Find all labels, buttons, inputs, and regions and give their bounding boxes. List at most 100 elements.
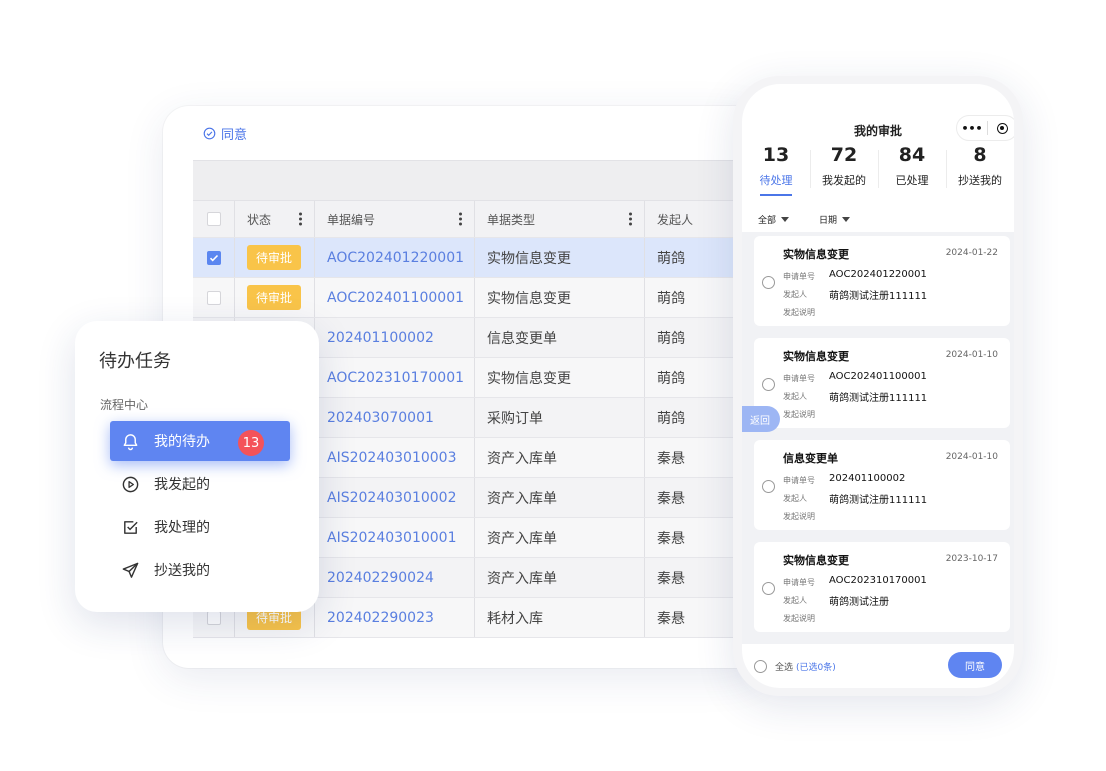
remark-label: 发起说明 <box>783 512 815 521</box>
approve-button[interactable]: 同意 <box>948 652 1002 678</box>
initiator-value: 萌鸽测试注册111111 <box>829 291 928 302</box>
document-number-link[interactable]: 202402290024 <box>327 570 434 586</box>
column-menu-icon[interactable] <box>629 212 632 226</box>
back-button[interactable]: 返回 <box>742 406 780 432</box>
initiator-name: 萌鸽 <box>657 290 685 307</box>
number-cell: AIS202403010001 <box>315 518 475 557</box>
menu-item-cc[interactable]: 抄送我的 <box>110 550 290 590</box>
document-type: 实物信息变更 <box>487 250 571 267</box>
row-checkbox[interactable] <box>206 610 221 625</box>
checkbox-icon <box>120 517 140 537</box>
select-all-checkbox[interactable] <box>206 212 221 226</box>
stat-number: 72 <box>830 144 858 166</box>
card-select-radio[interactable] <box>762 480 775 493</box>
tab-initiated[interactable]: 72 我发起的 <box>810 144 878 188</box>
row-checkbox[interactable] <box>206 250 221 265</box>
card-select-radio[interactable] <box>762 276 775 289</box>
col-status-label: 状态 <box>247 212 272 227</box>
document-number-link[interactable]: 202402290023 <box>327 610 434 626</box>
approval-card[interactable]: 实物信息变更 2023-10-17 申请单号 AOC202310170001 发起人 萌鸽… <box>754 542 1010 632</box>
document-number-link[interactable]: AIS202403010002 <box>327 490 456 506</box>
close-target-icon[interactable] <box>988 122 1014 134</box>
caret-down-icon <box>781 216 790 222</box>
select-all-cell[interactable] <box>193 201 235 237</box>
col-type: 单据类型 <box>475 201 645 237</box>
status-badge: 待审批 <box>247 245 302 270</box>
document-number-link[interactable]: AIS202403010003 <box>327 450 456 466</box>
row-select-cell[interactable] <box>193 238 235 277</box>
type-cell: 信息变更单 <box>475 318 645 357</box>
todo-count-badge: 13 <box>238 430 264 456</box>
mini-program-capsule: ••• <box>956 115 1014 141</box>
initiator-name: 萌鸽 <box>657 410 685 427</box>
col-number-label: 单据编号 <box>327 212 376 227</box>
document-number-link[interactable]: AOC202401220001 <box>327 250 464 266</box>
approval-card[interactable]: 信息变更单 2024-01-10 申请单号 202401100002 发起人 萌鸽测试注册… <box>754 440 1010 530</box>
card-title: 实物信息变更 <box>783 350 849 363</box>
stats-tabs: 13 待处理 72 我发起的 84 已处理 8 抄送我的 <box>742 144 1014 196</box>
phone-mockup: 我的审批 ••• 13 待处理 72 我发起的 84 已处理 8 抄送我的 全部 日期 … <box>733 76 1023 696</box>
tab-cc[interactable]: 8 抄送我的 <box>946 144 1014 188</box>
check-circle-icon <box>203 127 216 140</box>
card-select-radio[interactable] <box>762 378 775 391</box>
menu-label: 抄送我的 <box>154 563 210 579</box>
type-cell: 实物信息变更 <box>475 278 645 317</box>
status-badge: 待审批 <box>247 285 302 310</box>
document-number-link[interactable]: 202401100002 <box>327 330 434 346</box>
column-menu-icon[interactable] <box>299 212 302 226</box>
table-toolbar-row <box>193 160 763 200</box>
table-row[interactable]: 待审批 AOC202401220001 实物信息变更 萌鸽 <box>193 238 763 278</box>
card-select-radio[interactable] <box>762 582 775 595</box>
type-cell: 资产入库单 <box>475 438 645 477</box>
bell-icon <box>120 431 140 451</box>
type-cell: 资产入库单 <box>475 478 645 517</box>
menu-item-my-todo[interactable]: 我的待办 13 <box>110 421 290 461</box>
approval-card[interactable]: 实物信息变更 2024-01-10 申请单号 AOC202401100001 发起人 萌鸽… <box>754 338 1010 428</box>
document-type: 信息变更单 <box>487 330 557 347</box>
card-date: 2024-01-22 <box>945 248 998 258</box>
apply-no-value: 202401100002 <box>829 473 906 484</box>
table-row[interactable]: 待审批 AOC202401100001 实物信息变更 萌鸽 <box>193 278 763 318</box>
card-date: 2024-01-10 <box>945 452 998 462</box>
menu-item-handled[interactable]: 我处理的 <box>110 507 290 547</box>
status-cell: 待审批 <box>235 278 315 317</box>
menu-label: 我发起的 <box>154 477 210 493</box>
more-icon[interactable]: ••• <box>957 122 987 135</box>
stat-label: 我发起的 <box>822 174 866 187</box>
initiator-label: 发起人 <box>783 596 807 605</box>
number-cell: 202403070001 <box>315 398 475 437</box>
col-type-label: 单据类型 <box>487 212 536 227</box>
document-number-link[interactable]: AOC202310170001 <box>327 370 464 386</box>
select-all-radio[interactable] <box>754 659 767 673</box>
initiator-label: 发起人 <box>783 392 807 401</box>
apply-no-value: AOC202401220001 <box>829 269 927 280</box>
row-checkbox[interactable] <box>206 290 221 305</box>
column-menu-icon[interactable] <box>459 212 462 226</box>
menu-item-initiated[interactable]: 我发起的 <box>110 464 290 504</box>
tab-pending[interactable]: 13 待处理 <box>742 144 810 196</box>
document-number-link[interactable]: AIS202403010001 <box>327 530 456 546</box>
stat-label: 抄送我的 <box>958 174 1002 187</box>
number-cell: AIS202403010003 <box>315 438 475 477</box>
document-number-link[interactable]: 202403070001 <box>327 410 434 426</box>
menu-label: 我的待办 <box>154 434 210 450</box>
col-status: 状态 <box>235 201 315 237</box>
card-title: 实物信息变更 <box>783 248 849 261</box>
approve-toolbar-button[interactable]: 同意 <box>203 124 247 143</box>
filter-all-dropdown[interactable]: 全部 <box>758 213 790 226</box>
apply-no-label: 申请单号 <box>783 578 815 587</box>
apply-no-label: 申请单号 <box>783 272 815 281</box>
stat-number: 84 <box>898 144 926 166</box>
initiator-label: 发起人 <box>783 494 807 503</box>
approval-card[interactable]: 实物信息变更 2024-01-22 申请单号 AOC202401220001 发起人 萌鸽… <box>754 236 1010 326</box>
remark-label: 发起说明 <box>783 614 815 623</box>
row-select-cell[interactable] <box>193 278 235 317</box>
filter-date-dropdown[interactable]: 日期 <box>819 213 851 226</box>
tab-processed[interactable]: 84 已处理 <box>878 144 946 188</box>
initiator-name: 秦悬 <box>657 490 685 507</box>
remark-label: 发起说明 <box>783 410 815 419</box>
document-type: 耗材入库 <box>487 610 543 627</box>
number-cell: AOC202401220001 <box>315 238 475 277</box>
document-type: 实物信息变更 <box>487 370 571 387</box>
document-number-link[interactable]: AOC202401100001 <box>327 290 464 306</box>
